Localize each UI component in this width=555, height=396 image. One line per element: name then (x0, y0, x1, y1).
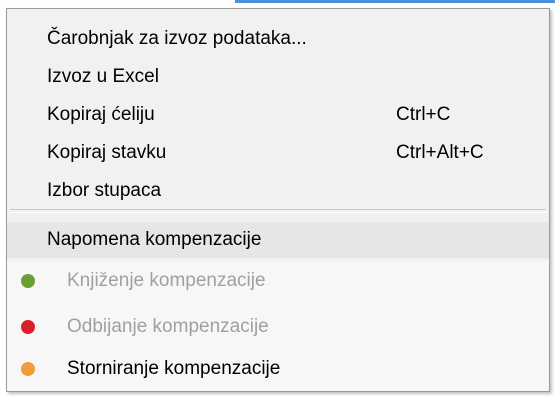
menu-item-cancel-compensation[interactable]: Storniranje kompenzacije (7, 351, 549, 387)
menu-item-label: Čarobnjak za izvoz podataka... (47, 28, 307, 49)
green-dot-icon (21, 274, 35, 288)
window-top-strip (0, 0, 555, 8)
menu-item-shortcut: Ctrl+Alt+C (396, 142, 484, 163)
menu-item-export-excel[interactable]: Izvoz u Excel (7, 59, 549, 95)
menu-item-label: Izvoz u Excel (47, 66, 159, 87)
menu-item-compensation-note[interactable]: Napomena kompenzacije (7, 222, 549, 258)
menu-item-label: Kopiraj stavku (47, 142, 167, 163)
red-dot-icon (21, 320, 35, 334)
menu-item-post-compensation: Knjiženje kompenzacije (7, 263, 549, 299)
menu-item-label: Izbor stupaca (47, 180, 162, 201)
menu-separator (10, 209, 546, 213)
menu-item-label: Napomena kompenzacije (47, 229, 262, 250)
window-accent-bar (235, 0, 555, 3)
menu-item-label: Odbijanje kompenzacije (67, 316, 269, 337)
menu-item-label: Storniranje kompenzacije (67, 358, 281, 379)
orange-dot-icon (21, 362, 35, 376)
menu-item-reject-compensation: Odbijanje kompenzacije (7, 309, 549, 345)
menu-item-shortcut: Ctrl+C (396, 104, 451, 125)
menu-item-copy-cell[interactable]: Kopiraj ćeliju Ctrl+C (7, 97, 549, 133)
menu-item-copy-row[interactable]: Kopiraj stavku Ctrl+Alt+C (7, 135, 549, 171)
menu-item-label: Kopiraj ćeliju (47, 104, 155, 125)
menu-item-choose-columns[interactable]: Izbor stupaca (7, 173, 549, 209)
context-menu: Čarobnjak za izvoz podataka... Izvoz u E… (6, 8, 550, 392)
menu-item-export-wizard[interactable]: Čarobnjak za izvoz podataka... (7, 21, 549, 57)
menu-item-label: Knjiženje kompenzacije (67, 270, 266, 291)
